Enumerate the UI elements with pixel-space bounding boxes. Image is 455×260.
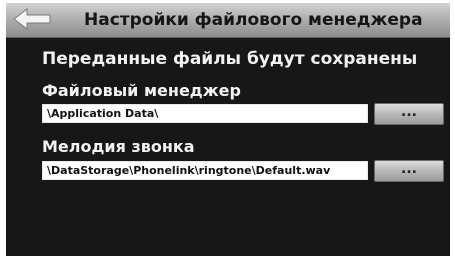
ringtone-label: Мелодия звонка	[42, 137, 195, 156]
page-title: Настройки файлового менеджера	[84, 10, 423, 30]
title-bar: Настройки файлового менеджера	[6, 3, 450, 38]
saved-files-message: Переданные файлы будут сохранены	[42, 49, 418, 69]
back-button[interactable]	[10, 6, 54, 32]
back-arrow-icon	[13, 7, 51, 31]
settings-screen: Настройки файлового менеджера Переданные…	[6, 3, 450, 256]
file-manager-label: Файловый менеджер	[42, 81, 241, 100]
file-manager-browse-button[interactable]: ...	[374, 103, 444, 125]
file-manager-path-field[interactable]: \Application Data\	[42, 104, 368, 123]
ringtone-browse-button[interactable]: ...	[374, 160, 444, 182]
ringtone-path-field[interactable]: \DataStorage\Phonelink\ringtone\Default.…	[42, 161, 368, 180]
